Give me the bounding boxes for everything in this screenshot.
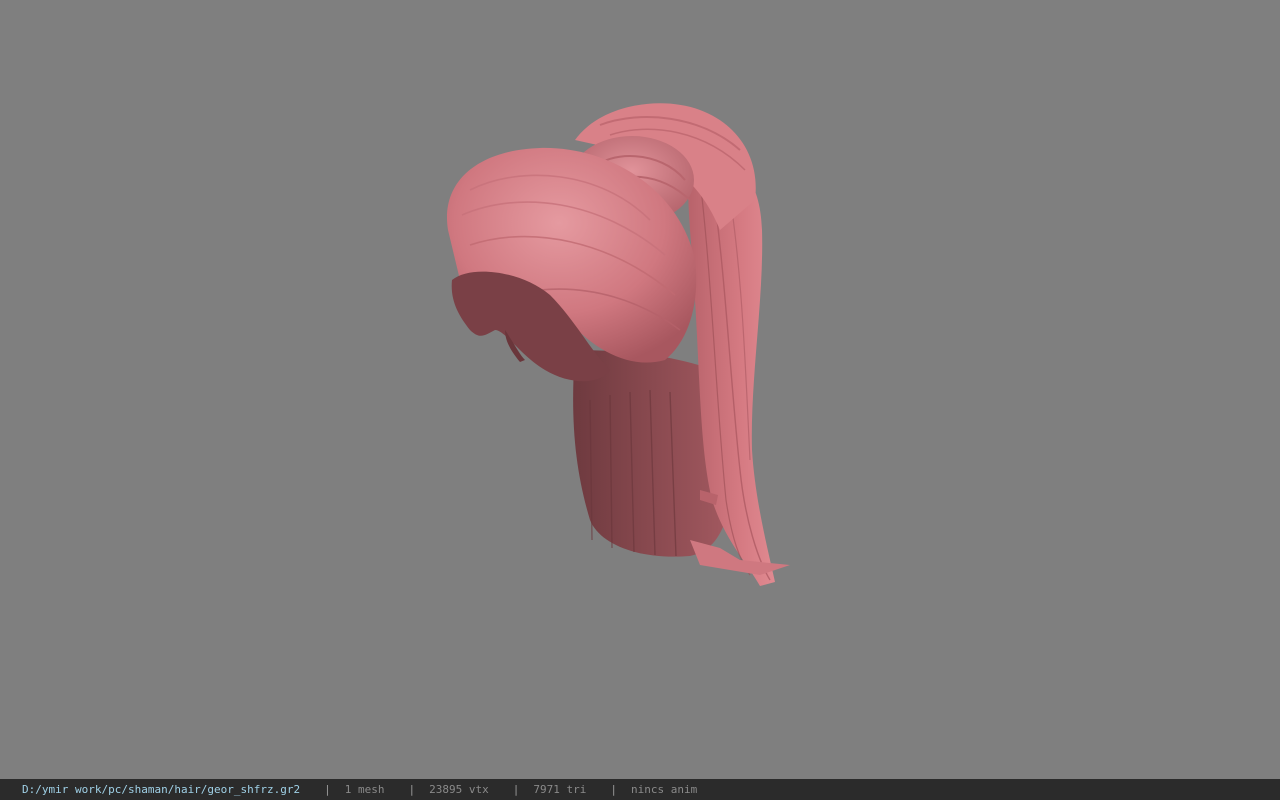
- hair-model-render: [446, 103, 790, 586]
- separator: |: [324, 783, 331, 796]
- vertex-count-label: 23895 vtx: [429, 783, 489, 796]
- separator: |: [512, 783, 520, 796]
- animation-status-label: nincs anim: [631, 783, 698, 796]
- file-path-label: D:/ymir work/pc/shaman/hair/geor_shfrz.g…: [22, 783, 301, 796]
- status-bar: D:/ymir work/pc/shaman/hair/geor_shfrz.g…: [0, 779, 1280, 800]
- mesh-count-label: 1 mesh: [344, 783, 385, 796]
- 3d-viewport[interactable]: [0, 0, 1280, 779]
- separator: |: [610, 783, 617, 796]
- triangle-count-label: 7971 tri: [533, 783, 587, 796]
- separator: |: [408, 783, 416, 796]
